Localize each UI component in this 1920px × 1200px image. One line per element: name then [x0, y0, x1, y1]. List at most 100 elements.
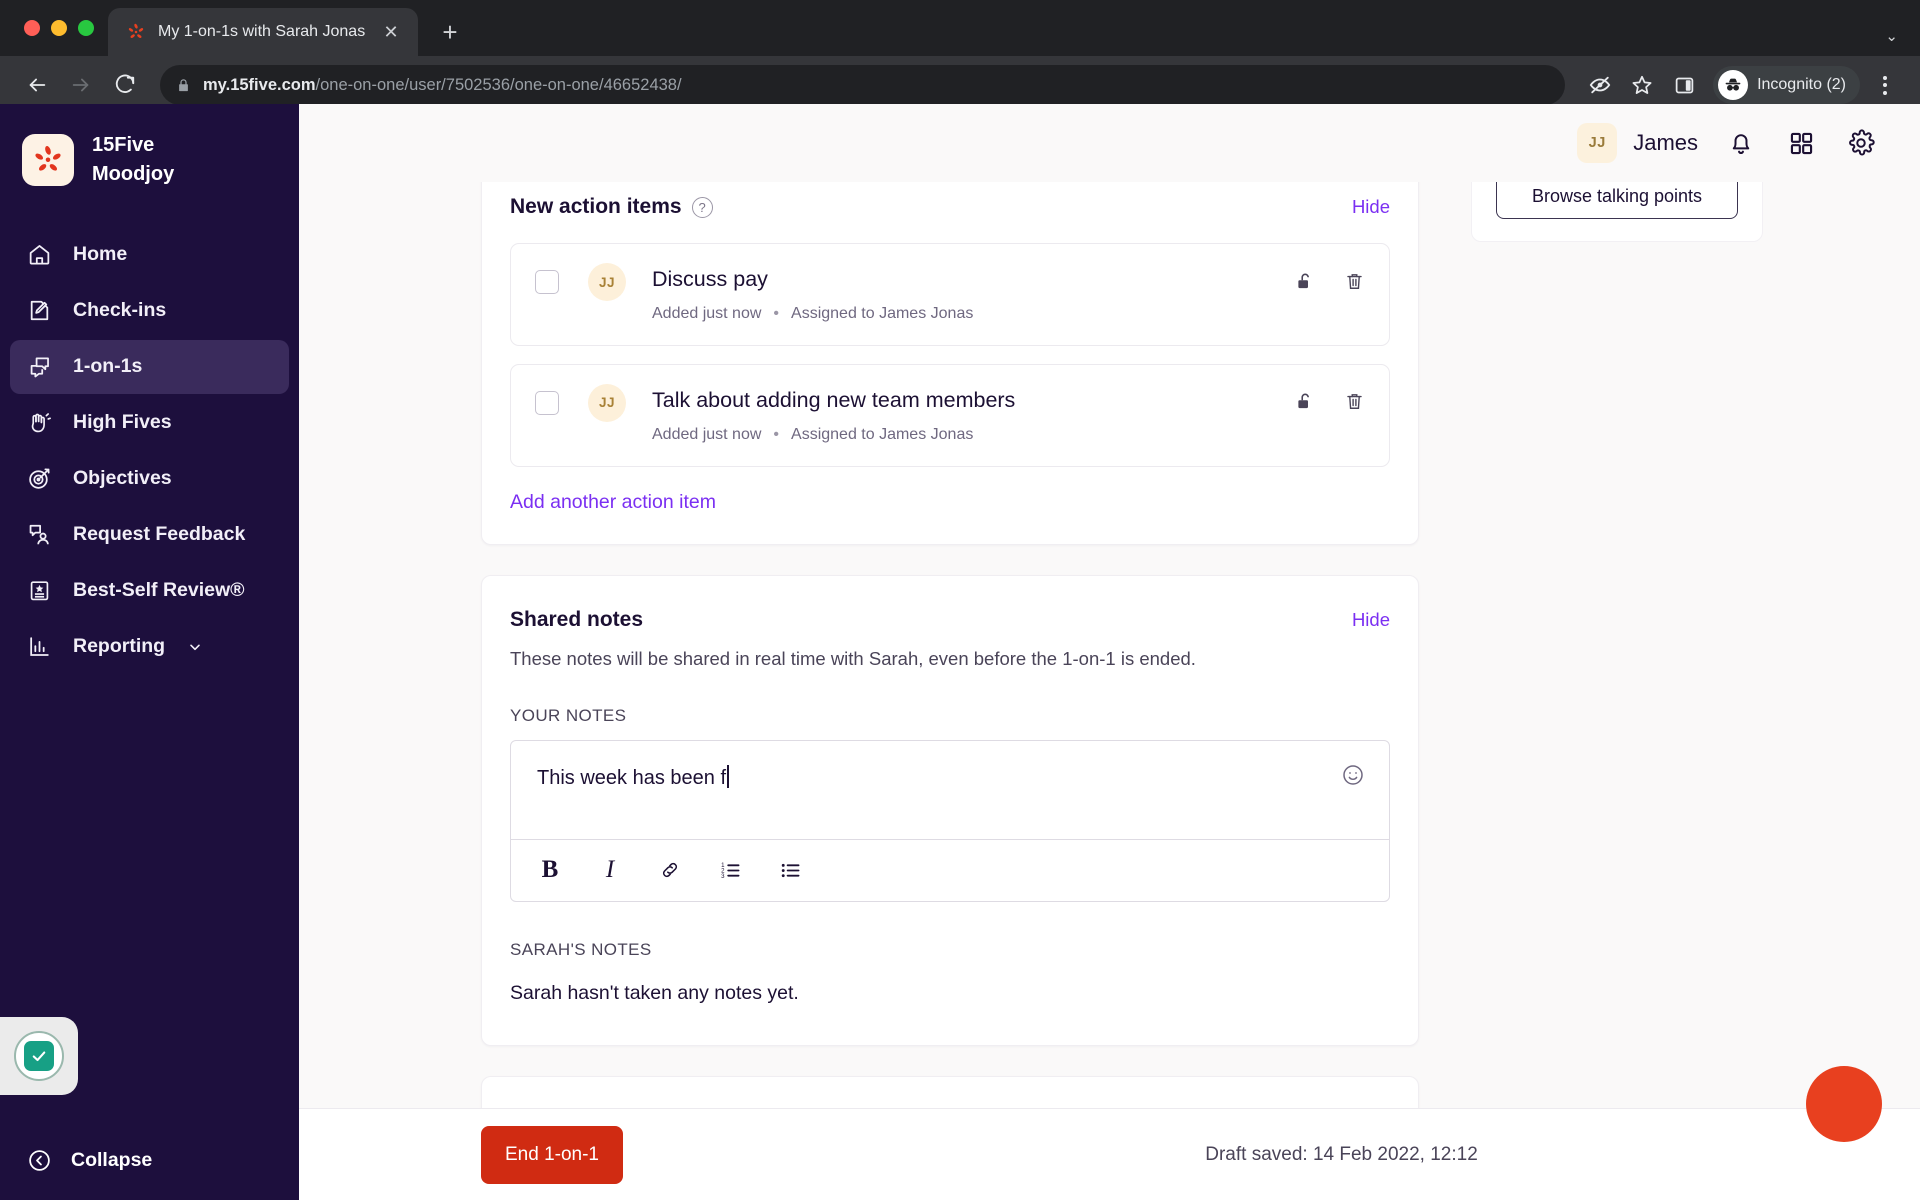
sidebar-footer: Collapse: [0, 1017, 299, 1200]
action-item-meta: Added just now • Assigned to James Jonas: [652, 305, 1291, 323]
sidebar-item-check-ins[interactable]: Check-ins: [10, 284, 289, 338]
emoji-icon[interactable]: [1341, 763, 1367, 789]
browser-tabstrip: My 1-on-1s with Sarah Jonas ✕ + ⌄: [0, 0, 1920, 56]
back-button[interactable]: [18, 66, 56, 104]
action-item-added: Added just now: [652, 304, 762, 322]
sidebar-item-high-fives[interactable]: High Fives: [10, 396, 289, 450]
avatar: JJ: [588, 263, 626, 301]
sidebar-item-1-on-1s[interactable]: 1-on-1s: [10, 339, 289, 394]
new-action-items-title: New action items: [510, 195, 682, 218]
unlock-icon[interactable]: [1291, 389, 1317, 415]
sidebar-item-label: Reporting: [73, 635, 166, 658]
action-item-body: Talk about adding new team members Added…: [652, 387, 1291, 444]
check-ins-icon: [26, 297, 53, 324]
bell-icon[interactable]: [1724, 126, 1758, 160]
browser-tab[interactable]: My 1-on-1s with Sarah Jonas ✕: [108, 8, 418, 56]
action-item-checkbox[interactable]: [535, 390, 559, 415]
incognito-icon: [1718, 70, 1749, 100]
app-sidebar: 15Five Moodjoy Home Check-ins 1-on-1s Hi…: [0, 104, 299, 1200]
user-name: James: [1633, 130, 1698, 155]
minimize-window-button[interactable]: [51, 20, 67, 36]
browser-window: My 1-on-1s with Sarah Jonas ✕ + ⌄ my.15f…: [0, 0, 1920, 1200]
avatar: JJ: [1577, 123, 1618, 163]
apps-grid-icon[interactable]: [1784, 126, 1818, 160]
shared-notes-title: Shared notes: [510, 607, 644, 631]
unlock-icon[interactable]: [1291, 268, 1317, 294]
sarah-notes-empty-text: Sarah hasn't taken any notes yet.: [510, 981, 799, 1004]
shared-notes-description: These notes will be shared in real time …: [510, 647, 1196, 669]
collapse-icon: [26, 1147, 53, 1174]
side-panel-icon[interactable]: [1665, 66, 1703, 104]
new-action-items-card: New action items ? Hide JJ Discuss pay A…: [481, 182, 1419, 545]
notes-editor[interactable]: This week has been f B I 1 2 3: [510, 739, 1390, 902]
end-1-on-1-button[interactable]: End 1-on-1: [481, 1125, 623, 1184]
content-scroll-area: New action items ? Hide JJ Discuss pay A…: [299, 182, 1920, 1108]
action-item-row[interactable]: JJ Talk about adding new team members Ad…: [510, 363, 1390, 467]
meta-separator: •: [773, 425, 780, 443]
close-window-button[interactable]: [24, 20, 40, 36]
toolbar-icons: Incognito (2): [1581, 66, 1902, 104]
close-tab-button[interactable]: ✕: [378, 19, 404, 45]
sidebar-item-label: Check-ins: [73, 299, 167, 322]
sidebar-item-request-feedback[interactable]: Request Feedback: [10, 508, 289, 562]
tab-list-menu-button[interactable]: ⌄: [1885, 29, 1898, 44]
action-item-row[interactable]: JJ Discuss pay Added just now • Assigned…: [510, 243, 1390, 346]
sidebar-item-best-self-review[interactable]: Best-Self Review®: [10, 564, 289, 618]
helper-widget-button[interactable]: [0, 1017, 78, 1095]
browse-talking-points-button[interactable]: Browse talking points: [1496, 182, 1738, 219]
sidebar-item-reporting[interactable]: Reporting: [10, 620, 289, 674]
delete-icon[interactable]: [1341, 389, 1367, 415]
sidebar-item-label: Objectives: [73, 467, 172, 490]
collapse-sidebar-button[interactable]: Collapse: [0, 1147, 299, 1174]
kebab-menu-icon[interactable]: [1868, 66, 1902, 104]
sidebar-item-label: Request Feedback: [73, 523, 246, 546]
reload-button[interactable]: [106, 66, 144, 104]
delete-icon[interactable]: [1341, 268, 1367, 294]
url-text: my.15five.com/one-on-one/user/7502536/on…: [203, 76, 682, 95]
hide-shared-notes-button[interactable]: Hide: [1352, 609, 1390, 631]
action-item-checkbox[interactable]: [535, 270, 559, 294]
tab-title: My 1-on-1s with Sarah Jonas: [158, 23, 366, 40]
profile-button[interactable]: Incognito (2): [1713, 66, 1860, 104]
forward-button[interactable]: [62, 66, 100, 104]
brand-line-2: Moodjoy: [92, 163, 175, 186]
support-chat-fab[interactable]: [1806, 1066, 1882, 1142]
help-icon[interactable]: ?: [691, 196, 713, 218]
your-notes-label: YOUR NOTES: [510, 705, 627, 725]
address-bar[interactable]: my.15five.com/one-on-one/user/7502536/on…: [160, 65, 1566, 105]
lock-icon: [176, 78, 191, 93]
notes-textarea[interactable]: This week has been f: [511, 741, 1389, 839]
page-title: New action items ?: [510, 195, 713, 219]
sidebar-item-home[interactable]: Home: [10, 228, 289, 282]
text-caret: [727, 764, 729, 788]
current-user-chip[interactable]: JJ James: [1577, 123, 1698, 163]
link-icon[interactable]: [657, 857, 683, 883]
maximize-window-button[interactable]: [78, 20, 94, 36]
italic-icon[interactable]: I: [597, 856, 623, 883]
action-item-assignee: Assigned to James Jonas: [791, 425, 974, 443]
request-feedback-icon: [26, 521, 53, 548]
brand-line-1: 15Five: [92, 134, 155, 156]
avatar: JJ: [588, 383, 626, 422]
next-card-partial: [481, 1075, 1419, 1108]
gear-icon[interactable]: [1844, 126, 1878, 160]
action-item-title: Talk about adding new team members: [652, 387, 1016, 412]
new-tab-button[interactable]: +: [432, 14, 468, 50]
action-item-tools: [1291, 268, 1367, 294]
sarah-notes-label: SARAH'S NOTES: [510, 939, 652, 959]
sidebar-item-objectives[interactable]: Objectives: [10, 452, 289, 506]
brand-block[interactable]: 15Five Moodjoy: [0, 104, 299, 188]
bold-icon[interactable]: B: [537, 856, 563, 883]
add-another-action-item-button[interactable]: Add another action item: [510, 491, 716, 514]
action-item-meta: Added just now • Assigned to James Jonas: [652, 426, 1291, 444]
eye-slash-icon[interactable]: [1581, 66, 1619, 104]
bullet-list-icon[interactable]: [777, 857, 803, 883]
window-controls: [18, 0, 108, 56]
hide-action-items-button[interactable]: Hide: [1352, 196, 1390, 218]
page-viewport: 15Five Moodjoy Home Check-ins 1-on-1s Hi…: [0, 104, 1920, 1200]
sidebar-nav: Home Check-ins 1-on-1s High Fives Object…: [0, 228, 299, 674]
star-icon[interactable]: [1623, 66, 1661, 104]
action-item-body: Discuss pay Added just now • Assigned to…: [652, 266, 1291, 323]
ordered-list-icon[interactable]: 123: [717, 857, 743, 883]
notes-value: This week has been f: [537, 766, 726, 789]
